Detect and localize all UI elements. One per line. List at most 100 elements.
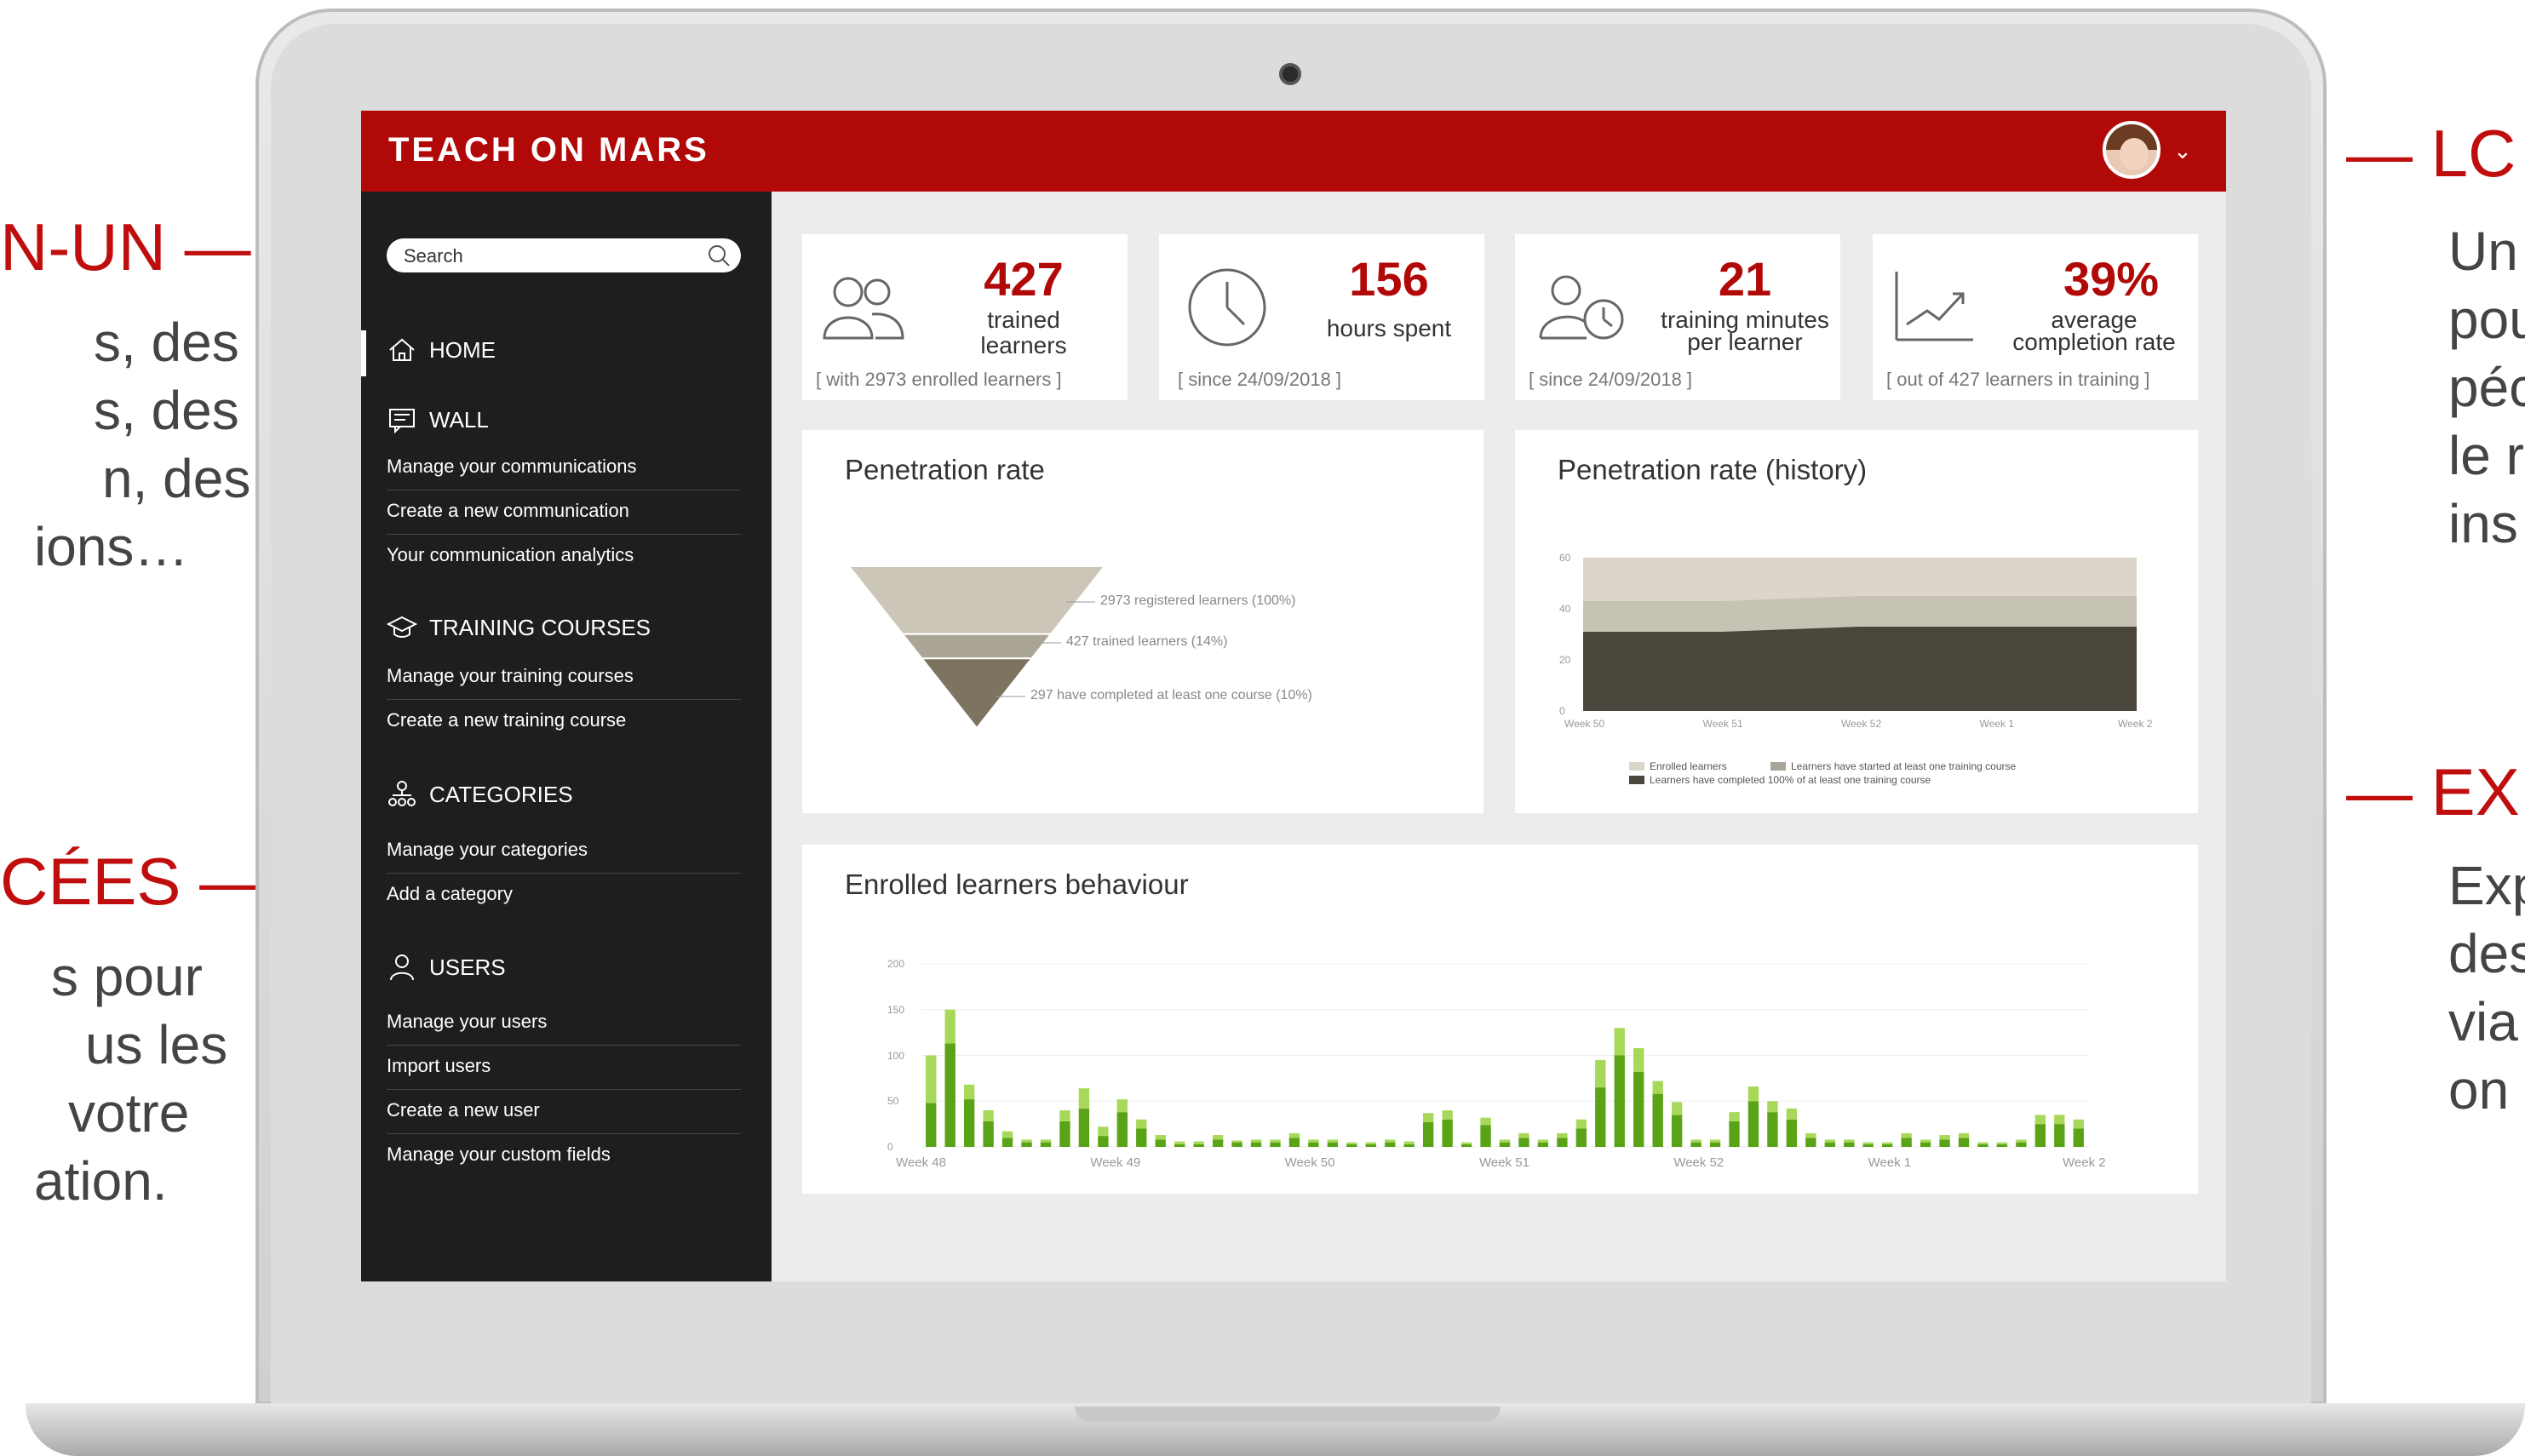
sidebar-section-label: CATEGORIES xyxy=(429,781,573,807)
bar-segment xyxy=(1346,1142,1357,1144)
bar-segment xyxy=(1136,1128,1147,1147)
annotation-line: péc xyxy=(2448,357,2525,418)
bar-segment xyxy=(1518,1138,1529,1147)
y-tick-label: 150 xyxy=(887,1003,905,1016)
bar-segment xyxy=(1040,1142,1052,1147)
bar-segment xyxy=(1920,1139,1931,1143)
bar-segment xyxy=(1174,1144,1185,1147)
legend-label: Enrolled learners xyxy=(1650,760,1727,772)
annotation-line: le r xyxy=(2448,425,2524,486)
bar-segment xyxy=(1155,1139,1166,1147)
sidebar-section-training[interactable]: TRAINING COURSES xyxy=(387,612,651,643)
bar-segment xyxy=(1805,1132,1816,1138)
users-icon xyxy=(823,277,904,340)
bar-segment xyxy=(944,1009,955,1044)
annotation-line: on xyxy=(2448,1059,2510,1121)
wall-icon xyxy=(389,409,415,434)
sidebar-section-categories[interactable]: CATEGORIES xyxy=(387,779,573,810)
legend-swatch xyxy=(1629,762,1644,771)
nav-active-indicator xyxy=(361,330,366,376)
kpi-footnote: [ since 24/09/2018 ] xyxy=(1178,369,1342,390)
annotation-line: n, des xyxy=(102,448,251,509)
bar-segment xyxy=(1595,1087,1606,1147)
bar-segment xyxy=(1557,1138,1568,1147)
kpi-value: 156 xyxy=(1349,252,1429,306)
kpi-value: 39% xyxy=(2063,252,2160,306)
sidebar-item-manage-users[interactable]: Manage your users xyxy=(387,1011,741,1046)
bar-segment xyxy=(1442,1110,1453,1120)
kpi-value: 427 xyxy=(984,252,1064,306)
annotation-line: pou xyxy=(2448,289,2525,350)
sidebar-item-manage-categories[interactable]: Manage your categories xyxy=(387,839,741,874)
annotation-line: us les xyxy=(85,1014,228,1075)
annotation-line: via xyxy=(2448,991,2518,1052)
sidebar-item-create-user[interactable]: Create a new user xyxy=(387,1099,741,1134)
bar-segment xyxy=(1844,1139,1855,1143)
x-tick-label: Week 50 xyxy=(1284,1155,1335,1170)
sidebar-item-create-communication[interactable]: Create a new communication xyxy=(387,500,741,535)
sidebar-section-label: USERS xyxy=(429,954,506,980)
sidebar-item-custom-fields[interactable]: Manage your custom fields xyxy=(387,1144,741,1178)
user-clock-icon xyxy=(1539,275,1624,340)
y-tick-label: 60 xyxy=(1559,552,1571,564)
bar-segment xyxy=(1786,1119,1798,1147)
funnel-stage xyxy=(846,565,1107,635)
bar-segment xyxy=(1288,1138,1300,1147)
kpi-label: trained xyxy=(987,307,1060,333)
bar-segment xyxy=(1403,1141,1415,1144)
bar-segment xyxy=(1231,1142,1242,1147)
sidebar-item-manage-communications[interactable]: Manage your communications xyxy=(387,456,741,490)
chevron-down-icon[interactable]: ⌄ xyxy=(2173,138,2192,164)
bar-segment xyxy=(1422,1113,1434,1122)
search-icon[interactable] xyxy=(705,242,732,269)
bar-segment xyxy=(1537,1142,1549,1147)
bar-segment xyxy=(1671,1102,1683,1115)
sidebar-section-users[interactable]: USERS xyxy=(387,952,506,983)
penetration-rate-card: Penetration rate 2973 registered learner… xyxy=(802,430,1483,813)
bar-segment xyxy=(963,1099,975,1147)
bar-segment xyxy=(2034,1115,2046,1125)
kpi-footnote: [ since 24/09/2018 ] xyxy=(1529,369,1693,390)
sidebar-item-add-category[interactable]: Add a category xyxy=(387,883,741,917)
area-chart xyxy=(1583,558,2137,711)
sidebar-item-communication-analytics[interactable]: Your communication analytics xyxy=(387,544,741,578)
sidebar-section-wall[interactable]: WALL xyxy=(387,404,489,435)
bar-segment xyxy=(1671,1115,1683,1147)
bar-segment xyxy=(983,1110,994,1121)
bar-segment xyxy=(1098,1126,1109,1137)
bar-segment xyxy=(1729,1112,1740,1121)
annotation-line: ation. xyxy=(34,1150,168,1212)
bar-segment xyxy=(1652,1093,1663,1147)
app-logo[interactable]: TEACH ON MARS xyxy=(388,131,709,169)
annotation-line: s, des xyxy=(94,312,239,373)
sidebar-item-manage-training[interactable]: Manage your training courses xyxy=(387,665,741,700)
bar-segment xyxy=(1958,1138,1970,1147)
legend-item: Learners have started at least one train… xyxy=(1770,760,2016,772)
x-tick-label: Week 49 xyxy=(1090,1155,1141,1170)
bar-segment xyxy=(1365,1142,1376,1144)
bar-chart xyxy=(921,963,2088,1148)
sidebar-item-home[interactable]: HOME xyxy=(387,335,496,365)
bar-segment xyxy=(1977,1142,1988,1144)
bar-segment xyxy=(1480,1117,1491,1126)
bar-segment xyxy=(1116,1099,1128,1113)
bar-segment xyxy=(1288,1132,1300,1138)
bar-segment xyxy=(1136,1119,1147,1129)
bar-segment xyxy=(1231,1140,1242,1143)
bar-segment xyxy=(983,1121,994,1147)
sidebar-item-create-training[interactable]: Create a new training course xyxy=(387,709,741,743)
kpi-card-hours: 156 hours spent [ since 24/09/2018 ] xyxy=(1159,234,1484,400)
sidebar: Search HOME WALL Manage your communicati… xyxy=(361,192,772,1281)
sidebar-item-import-users[interactable]: Import users xyxy=(387,1055,741,1090)
search-input[interactable]: Search xyxy=(387,238,741,272)
bar-segment xyxy=(1327,1142,1339,1147)
bar-segment xyxy=(1786,1108,1798,1120)
bar-segment xyxy=(1709,1142,1721,1147)
legend-item: Enrolled learners xyxy=(1629,760,1727,772)
x-tick-label: Week 50 xyxy=(1564,718,1605,730)
sidebar-section-label: TRAINING COURSES xyxy=(429,614,651,640)
bar-segment xyxy=(1442,1119,1453,1147)
bar-segment xyxy=(1690,1142,1702,1147)
user-avatar[interactable] xyxy=(2103,121,2161,179)
x-tick-label: Week 52 xyxy=(1673,1155,1724,1170)
